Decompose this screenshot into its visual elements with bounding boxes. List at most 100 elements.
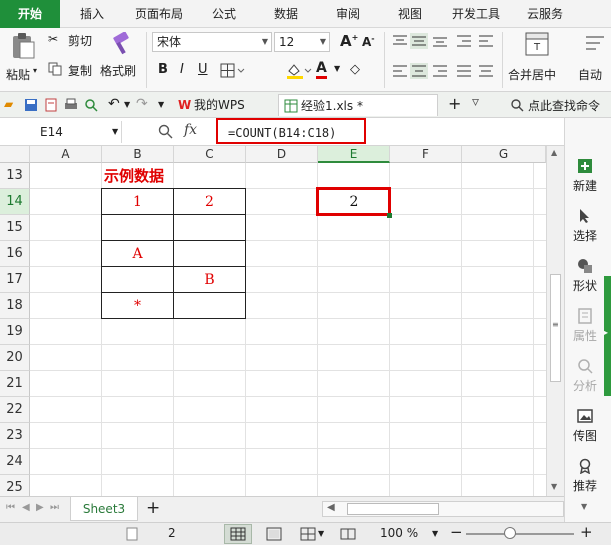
new-tab-plus-icon[interactable]: + [448, 94, 461, 113]
clear-format-icon[interactable]: ◇ [350, 62, 360, 77]
row-header-15[interactable]: 15 [0, 215, 30, 241]
zoom-slider-thumb[interactable] [504, 527, 516, 539]
format-painter-button[interactable]: 格式刷 [100, 32, 142, 86]
cut-button[interactable]: ✂ 剪切 [48, 32, 96, 50]
row-header-22[interactable]: 22 [0, 397, 30, 423]
row-header-20[interactable]: 20 [0, 345, 30, 371]
cell-e14[interactable]: 2 [320, 189, 388, 215]
font-color-button[interactable]: A [316, 60, 327, 79]
dropdown-arrow-icon[interactable]: ▿ [472, 94, 479, 110]
tab-data[interactable]: 数据 [260, 0, 312, 28]
cell-b16[interactable]: A [102, 241, 173, 267]
tab-home[interactable]: 开始 [0, 0, 60, 28]
chevron-down-icon[interactable]: ▼ [432, 529, 438, 538]
normal-view-button[interactable] [224, 524, 252, 544]
tab-formulas[interactable]: 公式 [198, 0, 250, 28]
column-header-a[interactable]: A [30, 146, 102, 163]
tab-review[interactable]: 审阅 [322, 0, 374, 28]
doc-tab-experience1[interactable]: 经验1.xls * [278, 94, 438, 116]
zoom-formula-icon[interactable] [158, 124, 174, 140]
font-size-select[interactable]: 12 ▼ [274, 32, 330, 52]
align-center-icon[interactable] [410, 63, 428, 79]
open-folder-icon[interactable]: ▰ [4, 97, 13, 111]
zoom-level[interactable]: 100 % [380, 526, 418, 540]
cell-b18[interactable]: * [102, 293, 173, 319]
row-header-13[interactable]: 13 [0, 163, 30, 189]
row-header-17[interactable]: 17 [0, 267, 30, 293]
undo-icon[interactable]: ↶ [108, 96, 120, 112]
formula-input[interactable]: =COUNT(B14:C18) [216, 118, 366, 144]
cell-b14[interactable]: 1 [102, 189, 173, 215]
column-header-c[interactable]: C [174, 146, 246, 163]
find-icon[interactable] [84, 98, 98, 112]
distribute-icon[interactable] [478, 64, 494, 78]
tab-page-layout[interactable]: 页面布局 [124, 0, 194, 28]
row-header-18[interactable]: 18 [0, 293, 30, 319]
scrollbar-thumb[interactable]: ≡ [550, 274, 561, 382]
row-header-25[interactable]: 25 [0, 475, 30, 496]
paste-button[interactable]: 粘贴 ▾ [6, 32, 40, 86]
row-header-14[interactable]: 14 [0, 189, 30, 215]
add-sheet-icon[interactable]: + [146, 498, 160, 518]
chevron-down-icon[interactable]: ▼ [318, 529, 324, 538]
zoom-in-button[interactable]: + [580, 523, 593, 541]
reading-view-icon[interactable] [340, 527, 356, 541]
side-shape-button[interactable]: 形状 [565, 258, 605, 294]
prev-sheet-icon[interactable]: ◀ [22, 502, 30, 513]
align-bottom-icon[interactable] [432, 34, 448, 48]
chevron-down-icon[interactable]: ▼ [581, 502, 587, 511]
last-sheet-icon[interactable]: ⏭ [50, 502, 59, 513]
find-command-search[interactable]: 点此查找命令 [496, 95, 611, 115]
row-header-24[interactable]: 24 [0, 449, 30, 475]
italic-button[interactable]: I [180, 62, 184, 77]
spreadsheet-grid[interactable]: A B C D E F G 13 14 15 16 17 18 19 20 21… [0, 146, 546, 496]
side-select-button[interactable]: 选择 [565, 208, 605, 244]
column-header-f[interactable]: F [390, 146, 462, 163]
doc-tab-my-wps[interactable]: W 我的WPS [172, 94, 276, 116]
cell-b13-title[interactable]: 示例数据 [102, 163, 246, 189]
chevron-down-icon[interactable]: ▼ [334, 64, 340, 73]
bold-button[interactable]: B [158, 62, 168, 77]
tab-developer[interactable]: 开发工具 [444, 0, 508, 28]
indent-icon[interactable] [456, 34, 472, 48]
chevron-down-icon[interactable]: ▼ [112, 121, 118, 143]
scroll-left-icon[interactable]: ◀ [327, 502, 335, 513]
wrap-text-button[interactable]: 自动 [574, 32, 611, 86]
tab-insert[interactable]: 插入 [66, 0, 118, 28]
tab-view[interactable]: 视图 [384, 0, 436, 28]
insert-function-button[interactable]: fx [184, 122, 197, 138]
outdent-icon[interactable] [478, 34, 494, 48]
scroll-up-icon[interactable]: ▲ [551, 148, 557, 157]
sheet-tab[interactable]: Sheet3 [70, 497, 138, 521]
tab-cloud-service[interactable]: 云服务 [516, 0, 574, 28]
merge-center-button[interactable]: T 合并居中 [508, 32, 566, 86]
column-header-d[interactable]: D [246, 146, 318, 163]
name-box[interactable]: E14 ▼ [0, 121, 122, 143]
column-header-b[interactable]: B [102, 146, 174, 163]
column-header-g[interactable]: G [462, 146, 546, 163]
chevron-down-icon[interactable]: ▼ [124, 100, 130, 109]
paste-dropdown-icon[interactable]: ▾ [33, 66, 37, 75]
horizontal-scrollbar-thumb[interactable] [347, 503, 439, 515]
scroll-down-icon[interactable]: ▼ [551, 482, 557, 491]
fill-handle[interactable] [387, 213, 392, 218]
print-icon[interactable] [64, 98, 78, 112]
zoom-out-button[interactable]: − [450, 523, 463, 541]
sidebar-collapse-handle[interactable]: ▸ [604, 276, 611, 396]
next-sheet-icon[interactable]: ▶ [36, 502, 44, 513]
print-preview-icon[interactable] [44, 98, 58, 112]
redo-icon[interactable]: ↷ [136, 96, 148, 112]
fill-color-icon[interactable] [286, 62, 312, 80]
side-upload-image-button[interactable]: 传图 [565, 408, 605, 444]
align-right-icon[interactable] [432, 64, 448, 78]
align-top-icon[interactable] [392, 34, 408, 48]
page-layout-view-icon[interactable] [266, 527, 282, 541]
row-header-16[interactable]: 16 [0, 241, 30, 267]
save-icon[interactable] [24, 98, 38, 112]
horizontal-scrollbar[interactable]: ◀ [322, 501, 564, 517]
chevron-down-icon[interactable]: ▼ [158, 100, 164, 109]
side-analysis-button[interactable]: 分析 [565, 358, 605, 394]
column-header-e[interactable]: E [318, 146, 390, 163]
side-property-button[interactable]: 属性 [565, 308, 605, 344]
vertical-scrollbar[interactable]: ▲ ≡ ▼ [546, 146, 564, 496]
